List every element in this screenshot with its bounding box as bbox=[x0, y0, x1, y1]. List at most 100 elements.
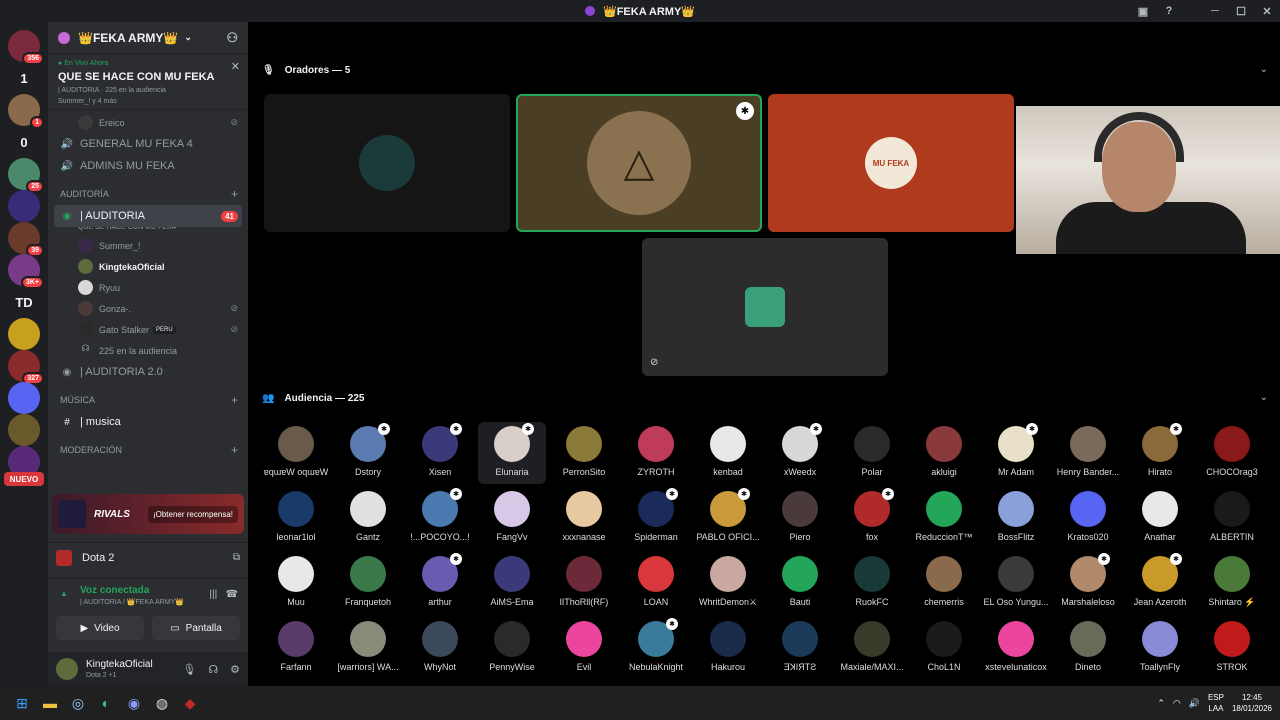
server-icon[interactable]: 1 bbox=[8, 62, 40, 94]
close-icon[interactable]: ✕ bbox=[231, 60, 240, 73]
share-icon[interactable]: ⧉ bbox=[233, 552, 240, 563]
server-icon[interactable]: 39 bbox=[8, 222, 44, 257]
language-indicator[interactable]: ESP LAA bbox=[1208, 692, 1224, 714]
speaker-tile[interactable]: △ ✱ bbox=[516, 94, 762, 232]
audience-member[interactable]: ✱ xWeedx bbox=[766, 422, 834, 484]
video-button[interactable]: ▶ Video bbox=[56, 616, 144, 640]
server-icon[interactable]: TD bbox=[8, 286, 40, 318]
dota-icon[interactable]: ◆ bbox=[176, 686, 204, 720]
audience-member[interactable]: CHOCOrag3 bbox=[1198, 422, 1266, 484]
stage-member[interactable]: Gonza-. ⊘ bbox=[48, 298, 248, 319]
claim-reward-button[interactable]: ¡Obtener recompensa! bbox=[147, 505, 238, 523]
audience-member[interactable]: Dineto bbox=[1054, 617, 1122, 679]
audience-member[interactable]: ✱ Mr Adam bbox=[982, 422, 1050, 484]
server-icon[interactable] bbox=[8, 382, 40, 414]
audience-member[interactable]: Farfann bbox=[262, 617, 330, 679]
audience-member[interactable]: ✱ Hirato bbox=[1126, 422, 1194, 484]
audience-member[interactable]: akluigi bbox=[910, 422, 978, 484]
server-icon[interactable]: 3K+ bbox=[8, 254, 44, 289]
speaker-tile[interactable]: ⊘ bbox=[642, 238, 888, 376]
add-channel-icon[interactable]: + bbox=[231, 393, 238, 407]
audience-member[interactable]: ✱ !...POCOYO...! bbox=[406, 487, 474, 549]
guild-header[interactable]: 👑FEKA ARMY👑 ⌄ ⚇ bbox=[48, 22, 248, 54]
stage-member[interactable]: Summer_! bbox=[48, 235, 248, 256]
stage-member[interactable]: KingtekaOficial bbox=[48, 256, 248, 277]
promo-banner[interactable]: RIVALS ¡Obtener recompensa! bbox=[52, 494, 244, 534]
audience-member[interactable]: STROK bbox=[1198, 617, 1266, 679]
discord-icon[interactable]: ◉ bbox=[120, 686, 148, 720]
speaker-tile[interactable]: MU FEKA bbox=[768, 94, 1014, 232]
audience-member[interactable]: Anathar bbox=[1126, 487, 1194, 549]
microphone-icon[interactable]: 🎙 bbox=[182, 663, 196, 676]
audience-member[interactable]: chemerris bbox=[910, 552, 978, 614]
audience-member[interactable]: ✱ arthur bbox=[406, 552, 474, 614]
server-icon[interactable] bbox=[8, 318, 40, 350]
stage-member[interactable]: Gato Stalker PERU ⊘ bbox=[48, 319, 248, 340]
chevron-down-icon[interactable]: ⌄ bbox=[1260, 64, 1268, 75]
audience-member[interactable]: Franquetoh bbox=[334, 552, 402, 614]
server-icon[interactable]: 1 bbox=[8, 94, 44, 129]
category-auditoria[interactable]: AUDITORÍA + bbox=[48, 183, 248, 205]
gear-icon[interactable]: ⚙ bbox=[230, 663, 240, 676]
stage-member[interactable]: Ryuu bbox=[48, 277, 248, 298]
audience-member[interactable]: ✱ Marshaleloso bbox=[1054, 552, 1122, 614]
server-icon[interactable]: 0 bbox=[8, 126, 40, 158]
audience-member[interactable]: xxxnanase bbox=[550, 487, 618, 549]
audience-count[interactable]: ☊ 225 en la audiencia bbox=[48, 340, 248, 361]
noise-icon[interactable]: ||| bbox=[209, 589, 217, 600]
audience-member[interactable]: ChoL1N bbox=[910, 617, 978, 679]
audience-member[interactable]: ✱ Dstory bbox=[334, 422, 402, 484]
maximize-button[interactable]: ☐ bbox=[1228, 5, 1254, 18]
audience-member[interactable]: ZYROTH bbox=[622, 422, 690, 484]
live-stage-card[interactable]: ● En Vivo Ahora QUE SE HACE CON MU FEKA … bbox=[48, 54, 248, 110]
audience-member[interactable]: Evil bbox=[550, 617, 618, 679]
chevron-down-icon[interactable]: ⌄ bbox=[1260, 392, 1268, 403]
audience-member[interactable]: kenbad bbox=[694, 422, 762, 484]
audience-header[interactable]: 👥 Audiencia — 225 bbox=[262, 388, 364, 408]
audience-member[interactable]: Henry Bander... bbox=[1054, 422, 1122, 484]
minimize-button[interactable]: ─ bbox=[1202, 5, 1228, 17]
add-channel-icon[interactable]: + bbox=[231, 187, 238, 201]
help-icon[interactable]: ? bbox=[1156, 5, 1182, 17]
audience-member[interactable]: ✱ Elunaria bbox=[478, 422, 546, 484]
audience-member[interactable]: Shintaro ⚡ bbox=[1198, 552, 1266, 614]
list-item[interactable]: Ereico ⊘ bbox=[48, 112, 248, 133]
audience-member[interactable]: ✱ fox bbox=[838, 487, 906, 549]
audience-member[interactable]: [warriors] WA... bbox=[334, 617, 402, 679]
audience-member[interactable]: Kratos020 bbox=[1054, 487, 1122, 549]
audience-member[interactable]: ✱ NebulaKnight bbox=[622, 617, 690, 679]
audience-member[interactable]: ALBERTIN bbox=[1198, 487, 1266, 549]
audience-member[interactable]: Gantz bbox=[334, 487, 402, 549]
audience-member[interactable]: ƎꓘIЯTƧ bbox=[766, 617, 834, 679]
audience-member[interactable]: PerronSito bbox=[550, 422, 618, 484]
audience-member[interactable]: ReduccionT™ bbox=[910, 487, 978, 549]
audience-member[interactable]: Bauti bbox=[766, 552, 834, 614]
audience-member[interactable]: EL Oso Yungu... bbox=[982, 552, 1050, 614]
channel-musica[interactable]: # | musica bbox=[48, 411, 248, 433]
audience-member[interactable]: AiMS-Ema bbox=[478, 552, 546, 614]
audience-member[interactable]: WhyNot bbox=[406, 617, 474, 679]
steam-icon[interactable]: ◎ bbox=[64, 686, 92, 720]
server-icon[interactable]: 356 bbox=[8, 30, 44, 65]
category-moderacion[interactable]: MODERACIÓN + bbox=[48, 439, 248, 461]
audience-member[interactable]: lIThoRll(RF) bbox=[550, 552, 618, 614]
channel-auditoria[interactable]: ◉ | AUDITORIA 41 bbox=[54, 205, 242, 227]
channel-auditoria2[interactable]: ◉ | AUDITORIA 2.0 bbox=[48, 361, 248, 383]
server-icon[interactable]: 25 bbox=[8, 158, 44, 193]
audience-member[interactable]: ✱ Jean Azeroth bbox=[1126, 552, 1194, 614]
windows-start-icon[interactable]: ⊞ bbox=[8, 686, 36, 720]
audience-member[interactable]: ✱ Xisen bbox=[406, 422, 474, 484]
volume-icon[interactable]: 🔊 bbox=[1189, 698, 1200, 709]
audience-member[interactable]: WhritDemon⚔ bbox=[694, 552, 762, 614]
audience-member[interactable]: Piero bbox=[766, 487, 834, 549]
screen-share-button[interactable]: ▭ Pantalla bbox=[152, 616, 240, 640]
audience-member[interactable]: LOAN bbox=[622, 552, 690, 614]
channel-admins[interactable]: 🔊 ADMINS MU FEKA bbox=[48, 155, 248, 177]
user-panel[interactable]: KingtekaOficial Dota 2 +1 🎙 ☊ ⚙ bbox=[48, 652, 248, 686]
clock[interactable]: 12:45 18/01/2026 bbox=[1232, 692, 1272, 714]
audience-member[interactable]: ✱ PABLO OFICI... bbox=[694, 487, 762, 549]
edge-icon[interactable]: ◐ bbox=[92, 686, 120, 720]
invite-icon[interactable]: ⚇ bbox=[226, 30, 238, 46]
wifi-icon[interactable]: ◠ bbox=[1173, 698, 1181, 709]
audience-member[interactable]: leonar1lol bbox=[262, 487, 330, 549]
